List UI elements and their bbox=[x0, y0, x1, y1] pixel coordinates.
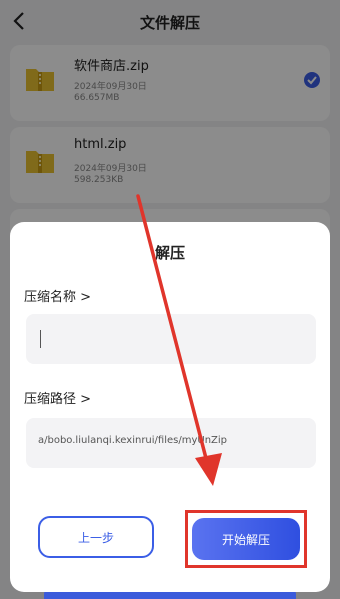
archive-path-input[interactable]: a/bobo.liulanqi.kexinrui/files/myUnZip bbox=[26, 418, 316, 468]
previous-step-button[interactable]: 上一步 bbox=[38, 516, 154, 558]
dialog-title: 解压 bbox=[154, 244, 185, 262]
unzip-dialog: 解压 压缩名称 > 压缩路径 > a/bobo.liulanqi.kexinru… bbox=[10, 222, 330, 592]
archive-path-value: a/bobo.liulanqi.kexinrui/files/myUnZip bbox=[38, 435, 228, 446]
text-cursor bbox=[40, 330, 41, 348]
start-unzip-button[interactable]: 开始解压 bbox=[192, 518, 300, 560]
archive-name-label[interactable]: 压缩名称 > bbox=[24, 286, 91, 305]
archive-path-label[interactable]: 压缩路径 > bbox=[24, 388, 91, 407]
archive-name-input[interactable] bbox=[26, 314, 316, 364]
